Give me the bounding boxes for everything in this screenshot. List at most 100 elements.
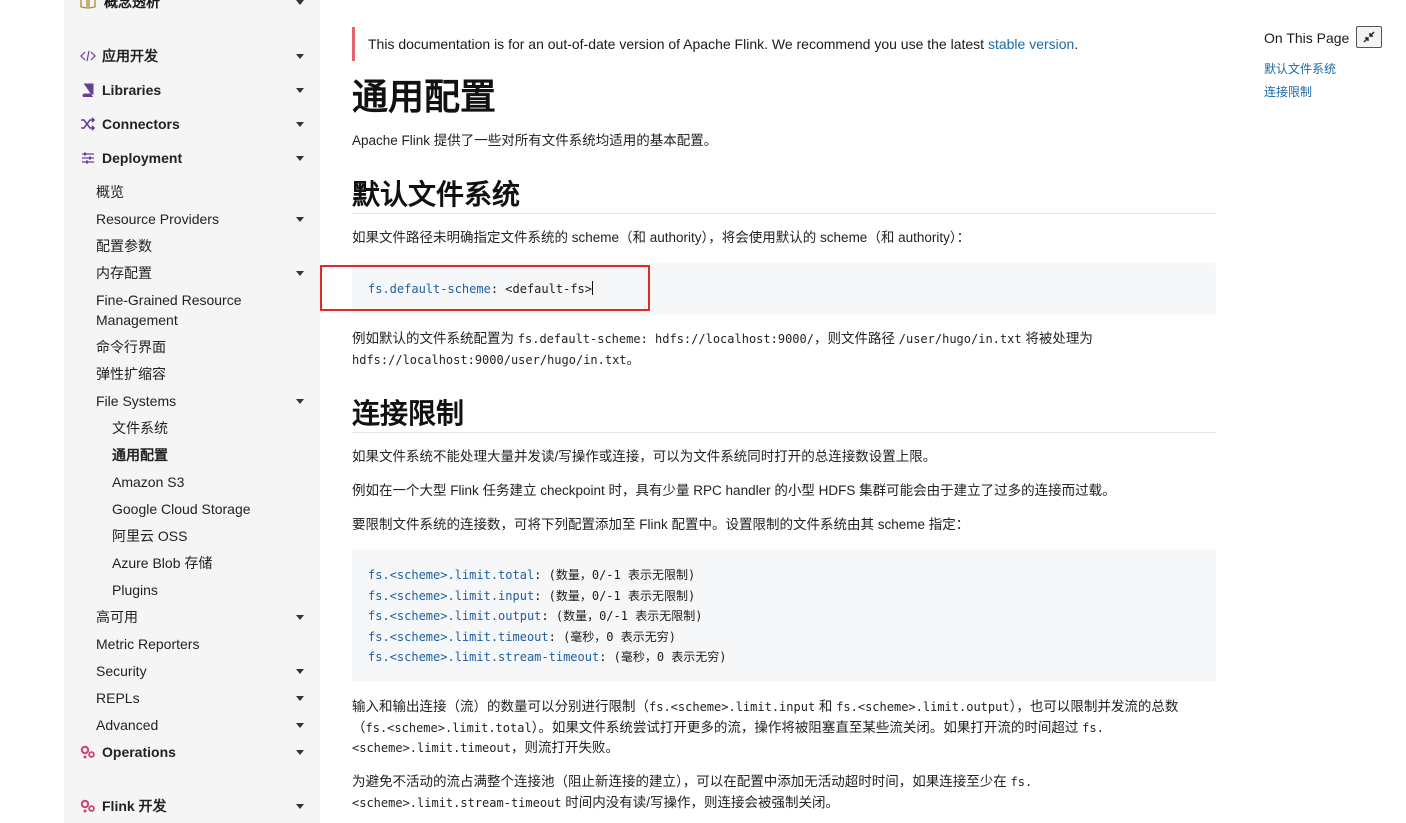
code-key: fs.<scheme>.limit.input (368, 588, 535, 603)
sidebar-item-label: 阿里云 OSS (112, 528, 188, 544)
text-span: 。 (626, 351, 641, 367)
sidebar-section-label: Deployment (102, 150, 183, 166)
code-value: : (毫秒，0 表示无穷) (599, 650, 727, 664)
sidebar-section-label: Libraries (102, 82, 162, 98)
sidebar-item-label: Metric Reporters (96, 636, 200, 652)
code-line: fs.<scheme>.limit.total: (数量，0/-1 表示无限制) (368, 565, 1200, 586)
sidebar-section-app-dev[interactable]: 应用开发 (80, 45, 304, 67)
chevron-down-icon (296, 803, 304, 809)
sidebar-item-advanced[interactable]: Advanced (96, 715, 304, 735)
code-icon (80, 48, 96, 64)
inline-code: <scheme>.limit.timeout (352, 741, 511, 755)
chevron-down-icon (296, 53, 304, 59)
code-key: fs.<scheme>.limit.timeout (368, 629, 549, 644)
text-span: 时间内没有读/写操作，则连接会被强制关闭。 (561, 794, 840, 810)
sidebar-item-label: 通用配置 (112, 447, 168, 463)
sidebar-item-aliyun-oss[interactable]: 阿里云 OSS (112, 526, 304, 546)
toc-link-connection-limits[interactable]: 连接限制 (1264, 83, 1312, 100)
sidebar-section-deployment[interactable]: Deployment (80, 147, 304, 169)
text-span: ）。如果文件系统尝试打开更多的流，操作将被阻塞直至某些流关闭。如果打开流的时间超… (531, 719, 1083, 735)
sidebar-item-fs-overview[interactable]: 文件系统 (112, 418, 304, 438)
limit-text-1: 如果文件系统不能处理大量并发读/写操作或连接，可以为文件系统同时打开的总连接数设… (352, 449, 937, 464)
book-icon (80, 82, 96, 98)
stable-version-link[interactable]: stable version (988, 36, 1074, 52)
sidebar-section-label: Flink 开发 (102, 798, 167, 814)
inline-code: hdfs://localhost:9000/user/hugo/in.txt (352, 352, 627, 367)
sidebar-item-label: Azure Blob 存储 (112, 555, 213, 571)
sidebar-item-metric-reporters[interactable]: Metric Reporters (96, 634, 304, 654)
sidebar-item-resource-providers[interactable]: Resource Providers (96, 209, 304, 229)
limit-text-3: 要限制文件系统的连接数，可将下列配置添加至 Flink 配置中。设置限制的文件系… (352, 517, 970, 532)
book-open-icon (80, 0, 96, 9)
highlight-box (320, 265, 650, 311)
sidebar-item-label: Google Cloud Storage (112, 501, 251, 517)
chevron-down-icon (296, 399, 304, 404)
chevron-down-icon (296, 87, 304, 93)
sidebar-section-libraries[interactable]: Libraries (80, 79, 304, 101)
sidebar-item-memory-config[interactable]: 内存配置 (96, 263, 304, 283)
intro-text: Apache Flink 提供了一些对所有文件系统均适用的基本配置。 (352, 133, 718, 148)
sidebar-item-config-params[interactable]: 配置参数 (96, 236, 304, 256)
text-span: 例如默认的文件系统配置为 (352, 331, 518, 346)
sidebar-item-plugins[interactable]: Plugins (112, 580, 304, 600)
code-key: fs.<scheme>.limit.output (368, 609, 542, 623)
text-span: 和 (815, 699, 837, 714)
chevron-down-icon (296, 217, 304, 222)
chevron-down-icon (296, 121, 304, 127)
sidebar-item-security[interactable]: Security (96, 661, 304, 681)
chevron-down-icon (296, 696, 304, 701)
sidebar-item-repls[interactable]: REPLs (96, 688, 304, 708)
sidebar-item-label: Security (96, 663, 147, 679)
sidebar-item-overview[interactable]: 概览 (96, 182, 304, 202)
sidebar-item-label: Amazon S3 (112, 474, 185, 490)
chevron-down-icon (296, 615, 304, 620)
gears-icon (80, 798, 96, 814)
sidebar-section-label: 应用开发 (102, 48, 158, 64)
sidebar-section-flink-dev[interactable]: Flink 开发 (80, 795, 304, 817)
sidebar-item-amazon-s3[interactable]: Amazon S3 (112, 472, 304, 492)
text-span: 将被处理为 (1021, 331, 1093, 346)
shuffle-icon (80, 116, 96, 132)
sidebar-item-elastic-scaling[interactable]: 弹性扩缩容 (96, 364, 304, 384)
inline-code: fs. (1010, 775, 1033, 789)
sidebar-item-label: 配置参数 (96, 238, 152, 254)
text-span: ），也可以限制并发流的总数 (1009, 699, 1179, 714)
sidebar-section-operations[interactable]: Operations (80, 741, 304, 763)
sidebar-item-azure-blob[interactable]: Azure Blob 存储 (112, 553, 304, 573)
sidebar-item-label: File Systems (96, 393, 177, 409)
sidebar-item-cli[interactable]: 命令行界面 (96, 337, 304, 357)
sidebar-section-concepts[interactable]: 概念透析 (80, 0, 304, 12)
text-span: 输入和输出连接（流）的数量可以分别进行限制（ (352, 699, 649, 714)
text-span: （ (352, 719, 366, 735)
inline-code: <scheme>.limit.stream-timeout (352, 795, 562, 810)
sidebar-item-fine-grained[interactable]: Fine-Grained Resource Management (96, 290, 266, 330)
sidebar-item-label: 命令行界面 (96, 339, 166, 355)
io-limit-text: 输入和输出连接（流）的数量可以分别进行限制（fs.<scheme>.limit.… (352, 697, 1216, 759)
alert-text-end: . (1074, 36, 1079, 52)
inline-code: /user/hugo/in.txt (898, 332, 1022, 346)
code-key: fs.<scheme>.limit.total (368, 568, 535, 582)
page-title: 通用配置 (352, 77, 497, 118)
sidebar-item-label: 弹性扩缩容 (96, 366, 166, 382)
chevron-down-icon (296, 749, 304, 755)
toc-collapse-button[interactable] (1356, 26, 1382, 48)
text-span: 为避免不活动的流占满整个连接池（阻止新连接的建立），可以在配置中添加无活动超时时… (352, 774, 1011, 789)
toc-title: On This Page (1264, 30, 1350, 46)
code-line: fs.<scheme>.limit.stream-timeout: (毫秒，0 … (368, 647, 1200, 668)
sidebar-item-common-config[interactable]: 通用配置 (112, 445, 304, 465)
sidebar-item-file-systems[interactable]: File Systems (96, 391, 304, 411)
sidebar-section-connectors[interactable]: Connectors (80, 113, 304, 135)
code-key: fs.<scheme>.limit.stream-timeout (368, 650, 600, 664)
chevron-down-icon (296, 155, 304, 161)
sidebar-item-label: 内存配置 (96, 265, 152, 281)
code-line: fs.<scheme>.limit.timeout: (毫秒，0 表示无穷) (368, 627, 1200, 648)
sidebar-item-gcs[interactable]: Google Cloud Storage (112, 499, 304, 519)
sidebar-item-ha[interactable]: 高可用 (96, 607, 304, 627)
code-block-limits[interactable]: fs.<scheme>.limit.total: (数量，0/-1 表示无限制)… (352, 549, 1216, 682)
sidebar-item-label: Resource Providers (96, 211, 219, 227)
sidebar-section-label: Connectors (102, 116, 180, 132)
chevron-down-icon (296, 723, 304, 728)
sidebar-section-label: Operations (102, 744, 176, 760)
toc-link-default-fs[interactable]: 默认文件系统 (1264, 60, 1336, 77)
chevron-down-icon (296, 271, 304, 276)
